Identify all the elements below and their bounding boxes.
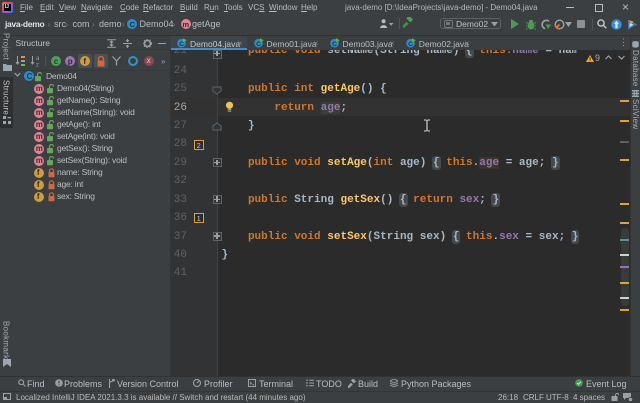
svg-text:a: a — [36, 56, 40, 62]
svg-text:z: z — [36, 63, 39, 68]
